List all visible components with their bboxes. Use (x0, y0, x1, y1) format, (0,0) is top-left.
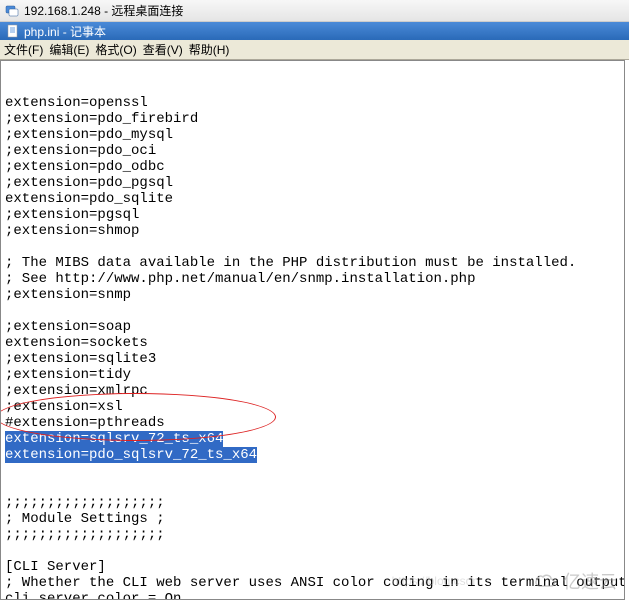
editor-line: extension=openssl (5, 95, 620, 111)
menu-file[interactable]: 文件(F) (4, 41, 43, 58)
editor-line: cli_server.color = On (5, 591, 620, 600)
editor-line: ; Whether the CLI web server uses ANSI c… (5, 575, 620, 591)
rdp-icon (4, 3, 20, 19)
editor-line (5, 479, 620, 495)
editor-line: ;extension=pdo_mysql (5, 127, 620, 143)
notepad-icon (6, 24, 20, 38)
editor-line: ;extension=pdo_pgsql (5, 175, 620, 191)
editor-line (5, 543, 620, 559)
editor-line: ; Module Settings ; (5, 511, 620, 527)
rdp-address: 192.168.1.248 - 远程桌面连接 (24, 2, 183, 19)
editor-line: ;;;;;;;;;;;;;;;;;;; (5, 527, 620, 543)
editor-line-highlighted: extension=sqlsrv_72_ts_x64 (5, 431, 620, 447)
rdp-connection-bar: 192.168.1.248 - 远程桌面连接 (0, 0, 629, 22)
editor-line: ;;;;;;;;;;;;;;;;;;; (5, 495, 620, 511)
editor-line: extension=sockets (5, 335, 620, 351)
editor-line: ;extension=pgsql (5, 207, 620, 223)
editor-line: ;extension=soap (5, 319, 620, 335)
editor-line: ;extension=pdo_firebird (5, 111, 620, 127)
editor-line: extension=pdo_sqlite (5, 191, 620, 207)
editor-line: ; The MIBS data available in the PHP dis… (5, 255, 620, 271)
menu-help[interactable]: 帮助(H) (189, 41, 230, 58)
editor-line: ;extension=xsl (5, 399, 620, 415)
menu-edit[interactable]: 编辑(E) (49, 41, 89, 58)
editor-line: ;extension=pdo_oci (5, 143, 620, 159)
editor-line: ; See http://www.php.net/manual/en/snmp.… (5, 271, 620, 287)
editor-line: ;extension=sqlite3 (5, 351, 620, 367)
editor-line: ;extension=shmop (5, 223, 620, 239)
menu-bar: 文件(F) 编辑(E) 格式(O) 查看(V) 帮助(H) (0, 40, 629, 60)
editor-line: ;extension=xmlrpc (5, 383, 620, 399)
editor-line: ;extension=pdo_odbc (5, 159, 620, 175)
editor-line (5, 239, 620, 255)
menu-format[interactable]: 格式(O) (95, 41, 136, 58)
editor-line: ;extension=snmp (5, 287, 620, 303)
editor-line: ;extension=tidy (5, 367, 620, 383)
editor-line: #extension=pthreads (5, 415, 620, 431)
window-title: php.ini - 记事本 (24, 23, 106, 40)
window-title-bar: php.ini - 记事本 (0, 22, 629, 40)
editor-line: [CLI Server] (5, 559, 620, 575)
editor-line-highlighted: extension=pdo_sqlsrv_72_ts_x64 (5, 447, 620, 463)
editor-line (5, 303, 620, 319)
menu-view[interactable]: 查看(V) (143, 41, 183, 58)
editor-line (5, 463, 620, 479)
text-editor-area[interactable]: extension=openssl;extension=pdo_firebird… (0, 60, 625, 600)
